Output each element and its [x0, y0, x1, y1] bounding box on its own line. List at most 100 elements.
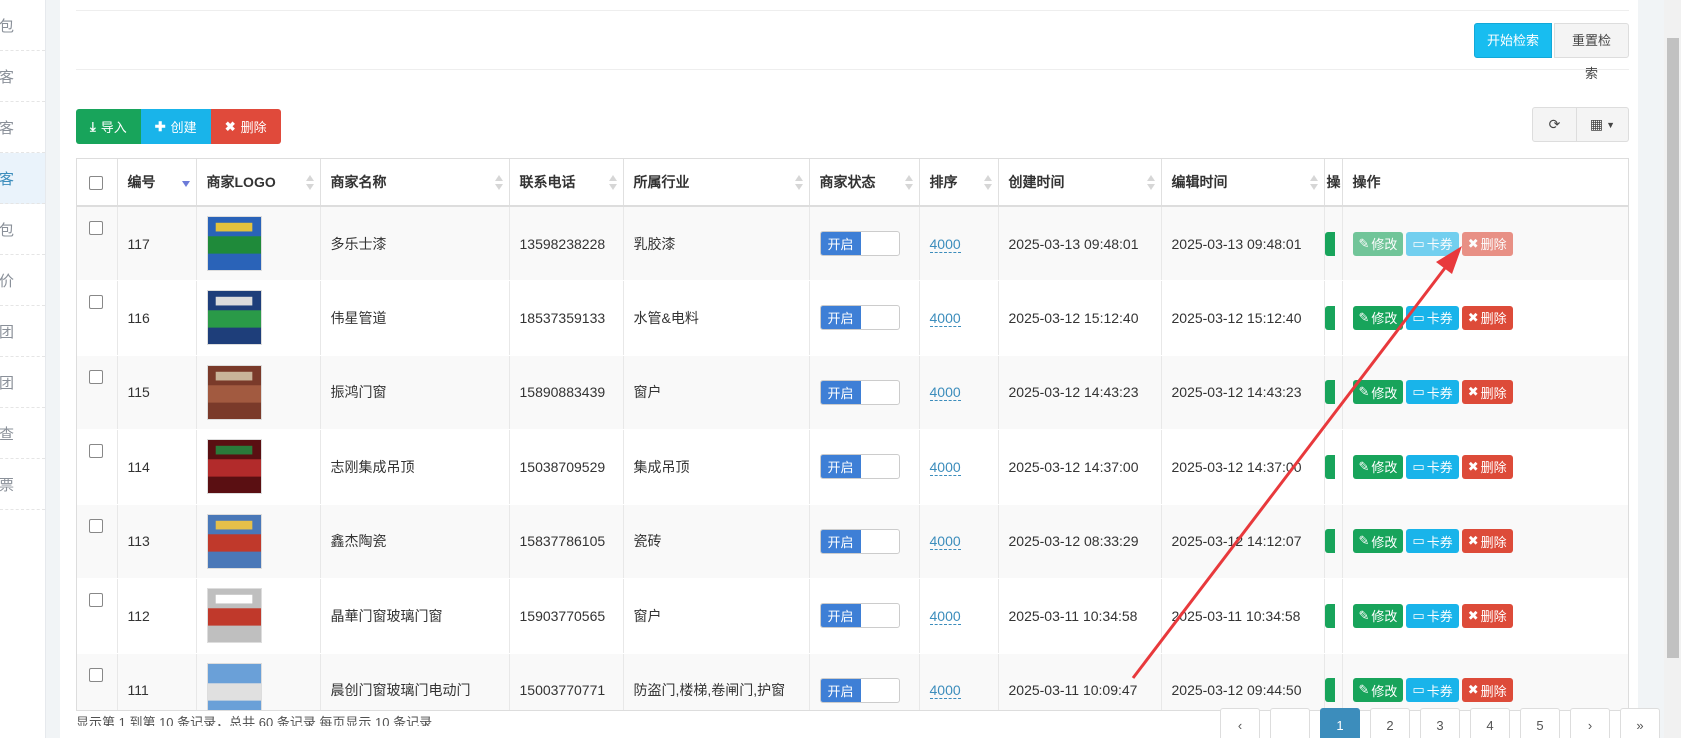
hidden-edit-button-edge[interactable]	[1324, 305, 1335, 330]
row-delete-button[interactable]: ✖ 删除	[1461, 305, 1513, 330]
create-button[interactable]: ✚ 创建	[140, 109, 211, 144]
edit-button[interactable]: ✎ 修改	[1352, 305, 1404, 330]
page-button[interactable]: 1	[1320, 708, 1360, 738]
row-delete-button[interactable]: ✖ 删除	[1461, 380, 1513, 405]
sidebar-item[interactable]: 拼团	[0, 357, 45, 408]
hidden-edit-button-edge[interactable]	[1324, 454, 1335, 479]
page-button[interactable]: 2	[1370, 708, 1410, 738]
row-checkbox[interactable]	[89, 221, 103, 236]
merchant-logo-image[interactable]	[206, 290, 262, 346]
sort-value-editable[interactable]: 4000	[929, 235, 961, 253]
col-created[interactable]: 创建时间	[998, 159, 1162, 207]
row-checkbox[interactable]	[89, 667, 103, 682]
row-checkbox[interactable]	[89, 518, 103, 533]
delete-button[interactable]: ✖ 删除	[210, 109, 281, 144]
columns-toggle-button[interactable]: ▦ ▼	[1577, 107, 1629, 142]
row-delete-button[interactable]: ✖ 删除	[1461, 678, 1513, 703]
coupon-button[interactable]: ▭ 卡券	[1406, 603, 1459, 628]
reset-search-button[interactable]: 重置检索	[1554, 23, 1629, 81]
coupon-button[interactable]: ▭ 卡券	[1406, 231, 1459, 256]
col-logo[interactable]: 商家LOGO	[196, 159, 321, 207]
sidebar-item[interactable]: 核查	[0, 408, 45, 459]
page-scrollbar[interactable]	[1664, 0, 1681, 738]
hidden-edit-button-edge[interactable]	[1324, 678, 1335, 703]
row-checkbox[interactable]	[89, 295, 103, 310]
page-button[interactable]: ›	[1570, 708, 1610, 738]
table-row[interactable]: 117 多乐士漆 13598238228 乳胶漆 开启 4000 2025-03-13 09…	[77, 206, 1628, 281]
status-toggle[interactable]: 开启	[819, 305, 900, 331]
coupon-button[interactable]: ▭ 卡券	[1406, 678, 1459, 703]
merchant-logo-image[interactable]	[206, 513, 262, 569]
table-row[interactable]: 115 振鸿门窗 15890883439 窗户 开启 4000 2025-03-12 14:…	[77, 355, 1628, 430]
merchant-logo-image[interactable]	[206, 364, 262, 420]
sidebar-item[interactable]: 红包	[0, 0, 45, 51]
col-edited[interactable]: 编辑时间	[1161, 159, 1325, 207]
coupon-button[interactable]: ▭ 卡券	[1406, 380, 1459, 405]
sidebar-item[interactable]: 顾客	[0, 51, 45, 102]
sidebar-item[interactable]: 评价	[0, 255, 45, 306]
row-delete-button[interactable]: ✖ 删除	[1461, 529, 1513, 554]
page-button[interactable]: »	[1620, 708, 1660, 738]
status-toggle[interactable]: 开启	[819, 231, 900, 256]
scrollbar-thumb[interactable]	[1667, 38, 1679, 658]
hidden-edit-button-edge[interactable]	[1324, 380, 1335, 405]
col-name[interactable]: 商家名称	[320, 159, 510, 207]
sort-value-editable[interactable]: 4000	[929, 309, 961, 327]
sort-value-editable[interactable]: 4000	[929, 384, 961, 402]
coupon-button[interactable]: ▭ 卡券	[1406, 529, 1459, 554]
table-row[interactable]: 112 晶華门窗玻璃门窗 15903770565 窗户 开启 4000 2025-03-11…	[77, 578, 1628, 654]
page-button[interactable]: ‹	[1220, 708, 1260, 738]
table-row[interactable]: 116 伟星管道 18537359133 水管&电料 开启 4000 2025-03-12 …	[77, 280, 1628, 356]
page-button[interactable]	[1270, 708, 1310, 738]
sort-value-editable[interactable]: 4000	[929, 607, 961, 625]
status-toggle[interactable]: 开启	[819, 677, 900, 703]
edit-button[interactable]: ✎ 修改	[1352, 454, 1404, 479]
col-status[interactable]: 商家状态	[809, 159, 920, 207]
hidden-edit-button-edge[interactable]	[1324, 603, 1335, 628]
coupon-button[interactable]: ▭ 卡券	[1406, 305, 1459, 330]
table-row[interactable]: 111 晨创门窗玻璃门电动门 15003770771 防盗门,楼梯,卷闸门,护窗 开启 4…	[77, 653, 1628, 711]
edit-button[interactable]: ✎ 修改	[1352, 529, 1404, 554]
row-delete-button[interactable]: ✖ 删除	[1461, 454, 1513, 479]
table-row[interactable]: 114 志刚集成吊顶 15038709529 集成吊顶 开启 4000 2025-03-12…	[77, 429, 1628, 505]
row-checkbox[interactable]	[89, 369, 103, 384]
table-row[interactable]: 113 鑫杰陶瓷 15837786105 瓷砖 开启 4000 2025-03-12 08:…	[77, 504, 1628, 579]
sidebar-item[interactable]: 拼团	[0, 306, 45, 357]
edit-button[interactable]: ✎ 修改	[1352, 380, 1404, 405]
sidebar-item[interactable]: 商客	[0, 102, 45, 153]
merchant-logo-image[interactable]	[206, 662, 262, 711]
status-toggle[interactable]: 开启	[819, 454, 900, 480]
col-phone[interactable]: 联系电话	[509, 159, 624, 207]
row-checkbox[interactable]	[89, 593, 103, 608]
page-button[interactable]: 4	[1470, 708, 1510, 738]
sidebar-item[interactable]: 商客	[0, 153, 45, 204]
sort-value-editable[interactable]: 4000	[929, 458, 961, 476]
hidden-edit-button-edge[interactable]	[1324, 231, 1335, 256]
merchant-logo-image[interactable]	[206, 216, 262, 271]
start-search-button[interactable]: 开始检索	[1474, 23, 1553, 58]
col-sort[interactable]: 排序	[919, 159, 999, 207]
row-delete-button[interactable]: ✖ 删除	[1461, 231, 1513, 256]
page-button[interactable]: 5	[1520, 708, 1560, 738]
select-all-checkbox[interactable]	[89, 176, 103, 191]
status-toggle[interactable]: 开启	[819, 379, 900, 405]
edit-button[interactable]: ✎ 修改	[1352, 678, 1404, 703]
status-toggle[interactable]: 开启	[819, 603, 900, 629]
sort-value-editable[interactable]: 4000	[929, 533, 961, 551]
row-checkbox[interactable]	[89, 444, 103, 459]
page-button[interactable]: 3	[1420, 708, 1460, 738]
col-id[interactable]: 编号	[117, 159, 197, 207]
coupon-button[interactable]: ▭ 卡券	[1406, 454, 1459, 479]
status-toggle[interactable]: 开启	[819, 528, 900, 554]
refresh-button[interactable]: ⟳	[1532, 107, 1577, 142]
merchant-logo-image[interactable]	[206, 439, 262, 495]
merchant-logo-image[interactable]	[206, 588, 262, 644]
sort-value-editable[interactable]: 4000	[929, 682, 961, 700]
edit-button[interactable]: ✎ 修改	[1352, 603, 1404, 628]
edit-button[interactable]: ✎ 修改	[1352, 231, 1404, 256]
row-delete-button[interactable]: ✖ 删除	[1461, 603, 1513, 628]
sidebar-item[interactable]: 红包	[0, 204, 45, 255]
hidden-edit-button-edge[interactable]	[1324, 529, 1335, 554]
sidebar-item[interactable]: 发票	[0, 459, 45, 510]
col-industry[interactable]: 所属行业	[623, 159, 810, 207]
